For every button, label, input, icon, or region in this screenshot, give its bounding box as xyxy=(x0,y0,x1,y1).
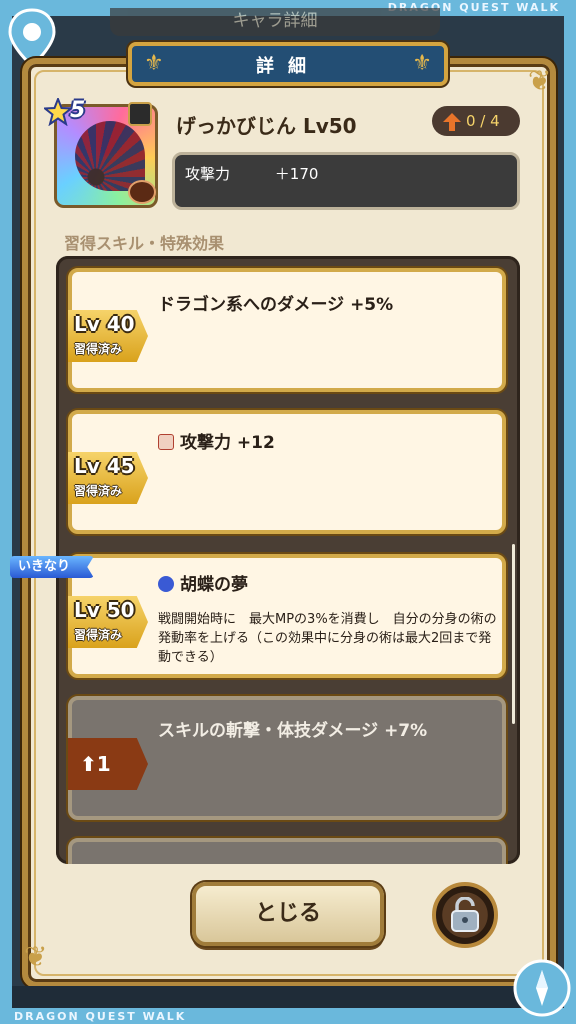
upgrade-counter[interactable]: 0 / 4 xyxy=(432,106,520,136)
skill-list[interactable]: Lv 40 習得済み ドラゴン系へのダメージ +5% Lv 45 習得済み 攻撃… xyxy=(56,256,520,864)
skill-card[interactable]: Lv 40 習得済み ドラゴン系へのダメージ +5% xyxy=(68,268,506,392)
skill-text: 胡蝶の夢 xyxy=(180,575,248,595)
background-screen-title: キャラ詳細 xyxy=(110,8,440,36)
stat-box: 攻撃力 ＋170 xyxy=(172,152,520,210)
up-arrow-icon: ⬆ xyxy=(80,752,97,776)
acquired-label: 習得済み xyxy=(74,628,123,642)
level-label: Lv 40 xyxy=(74,312,135,336)
skill-text-row: 攻撃力 +12 xyxy=(158,428,275,453)
corner-ornament-icon: ❦ xyxy=(528,64,552,97)
unlock-requirement-tag: ⬆1 xyxy=(68,738,148,790)
skill-text: ドラゴン系へのダメージ +5% xyxy=(158,295,394,315)
skill-card-partial[interactable] xyxy=(68,838,506,864)
close-button[interactable]: とじる xyxy=(192,882,384,946)
bottom-nav-strip xyxy=(12,986,564,1008)
level-label: Lv 45 xyxy=(74,454,135,478)
level-label: Lv 50 xyxy=(74,598,135,622)
acquired-label: 習得済み xyxy=(74,484,123,498)
level-tag: Lv 45 習得済み xyxy=(68,452,148,504)
slot-icon xyxy=(128,180,156,204)
skill-card[interactable]: Lv 45 習得済み 攻撃力 +12 xyxy=(68,410,506,534)
section-label: 習得スキル・特殊効果 xyxy=(64,234,225,253)
stat-value: ＋170 xyxy=(274,165,319,183)
skill-text: 攻撃力 +12 xyxy=(180,433,275,453)
level-tag: Lv 50 習得済み xyxy=(68,596,148,648)
lock-icon xyxy=(451,897,479,932)
skill-card-locked[interactable]: ⬆1 スキルの斬撃・体技ダメージ +7% xyxy=(68,696,506,820)
upgrade-count: 0 / 4 xyxy=(466,112,500,130)
skill-card[interactable]: Lv 50 習得済み 胡蝶の夢 戦闘開始時に 最大MPの3%を消費し 自分の分身… xyxy=(68,554,506,678)
instant-badge: いきなり xyxy=(10,556,94,578)
weapon-stat-icon xyxy=(158,434,174,450)
skill-description: 戦闘開始時に 最大MPの3%を消費し 自分の分身の術の発動率を上げる（この効果中… xyxy=(158,612,497,665)
stat-label: 攻撃力 xyxy=(185,165,231,183)
item-name: げっかびじん Lv50 xyxy=(176,114,357,138)
level-tag: Lv 40 習得済み xyxy=(68,310,148,362)
lock-button[interactable] xyxy=(432,882,498,948)
rarity-number: 5 xyxy=(70,98,86,123)
corner-ornament-icon: ❦ xyxy=(24,940,48,973)
skill-text: スキルの斬撃・体技ダメージ +7% xyxy=(158,721,428,741)
scrollbar[interactable] xyxy=(512,544,515,724)
fleur-icon: ⚜ xyxy=(412,51,432,76)
skill-triangle-icon xyxy=(158,576,174,592)
unlock-count: 1 xyxy=(96,752,111,776)
weapon-type-icon xyxy=(128,102,152,126)
acquired-label: 習得済み xyxy=(74,342,123,356)
skill-text-row: 胡蝶の夢 xyxy=(158,570,248,595)
dialog-title: 詳細 xyxy=(256,56,320,77)
brand-bottom: DRAGON QUEST WALK xyxy=(14,1010,187,1023)
rarity-badge: 5 xyxy=(42,96,98,128)
compass-icon[interactable] xyxy=(512,958,572,1018)
dialog-header: ⚜ 詳細 ⚜ xyxy=(128,42,448,86)
up-arrow-icon xyxy=(443,112,461,131)
star-icon xyxy=(42,96,74,127)
